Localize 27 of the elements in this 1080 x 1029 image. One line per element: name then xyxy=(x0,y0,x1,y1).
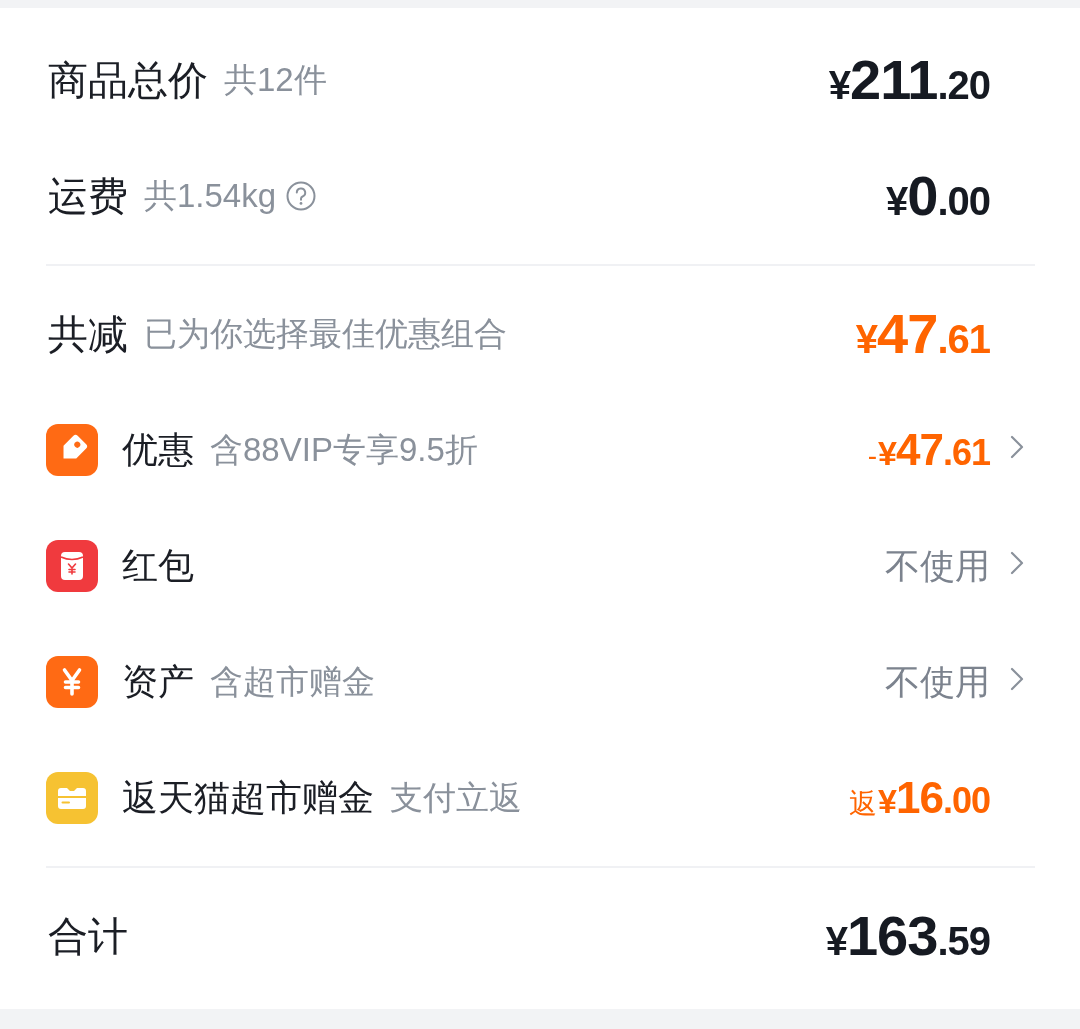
price: ¥0.00 xyxy=(886,168,990,224)
select-button[interactable]: 不使用 xyxy=(885,661,1024,703)
row-label: 返天猫超市赠金 xyxy=(122,776,374,820)
price: 返¥16.00 xyxy=(849,776,990,820)
row-label: 资产 xyxy=(122,660,194,704)
row-note: 含88VIP专享9.5折 xyxy=(210,430,478,470)
tag-icon xyxy=(46,424,98,476)
row-label: 红包 xyxy=(122,544,194,588)
card-icon xyxy=(46,772,98,824)
row-note: 含超市赠金 xyxy=(210,662,375,702)
row-note: 共12件 xyxy=(224,60,327,100)
row-label: 共减 xyxy=(48,311,128,358)
help-icon[interactable] xyxy=(286,181,317,211)
row-note: 共1.54kg xyxy=(144,176,277,216)
envelope-icon xyxy=(46,540,98,592)
row-label: 运费 xyxy=(48,173,128,220)
row-note: 已为你选择最佳优惠组合 xyxy=(144,314,507,354)
select-button[interactable]: -¥47.61 xyxy=(867,428,1024,472)
yen-icon xyxy=(46,656,98,708)
select-button[interactable]: 不使用 xyxy=(885,545,1024,587)
row-label: 优惠 xyxy=(122,428,194,472)
price: ¥163.59 xyxy=(825,908,990,964)
row-label: 商品总价 xyxy=(48,57,208,104)
price: ¥47.61 xyxy=(855,306,990,362)
price: ¥211.20 xyxy=(828,52,990,108)
row-label: 合计 xyxy=(48,913,128,960)
row-note: 支付立返 xyxy=(390,778,522,818)
